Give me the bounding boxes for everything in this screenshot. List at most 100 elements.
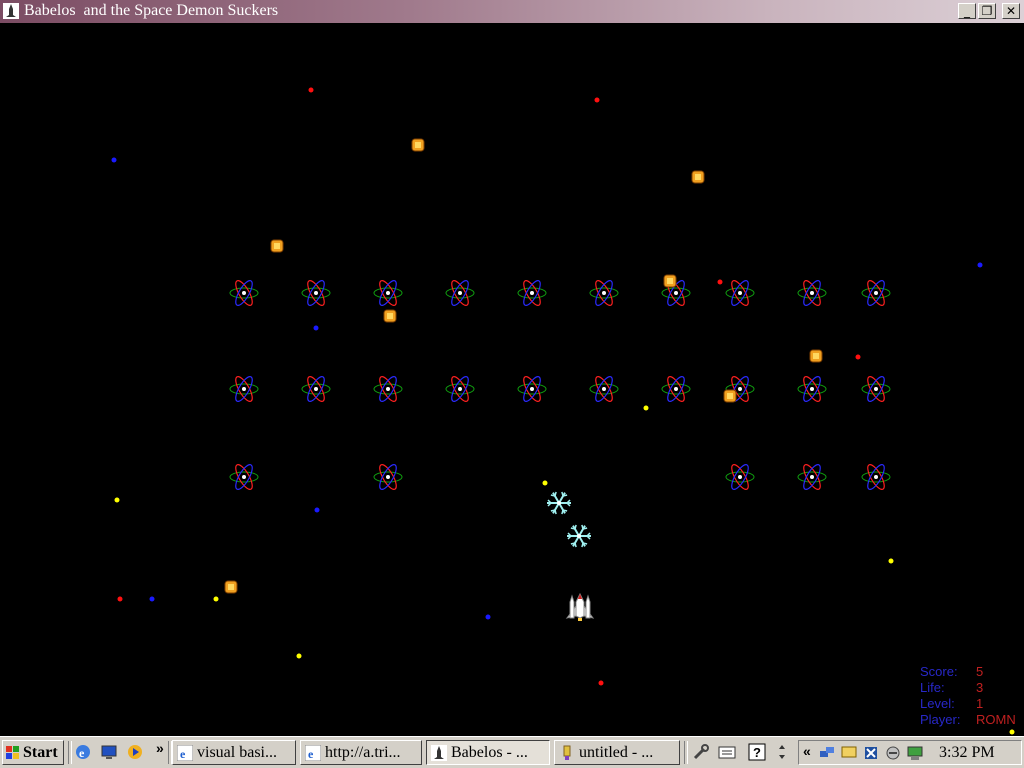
svg-text:e: e	[79, 746, 85, 760]
coin-pickup	[270, 239, 284, 253]
level-label: Level:	[920, 696, 955, 711]
star	[114, 497, 120, 503]
score-value: 5	[976, 664, 984, 679]
star	[314, 507, 320, 513]
enemy-atom	[589, 376, 619, 402]
coin-pickup	[663, 274, 677, 288]
keyboard-icon[interactable]	[718, 743, 736, 761]
star	[977, 262, 983, 268]
star	[485, 614, 491, 620]
quicklaunch-overflow[interactable]: »	[156, 740, 164, 756]
star	[542, 480, 548, 486]
task-label: untitled - ...	[579, 744, 654, 761]
taskbar-separator	[68, 741, 72, 764]
enemy-atom	[301, 376, 331, 402]
enemy-atom	[661, 376, 691, 402]
ie-icon: e	[177, 745, 193, 761]
tray-overflow[interactable]: «	[803, 743, 811, 759]
network-icon[interactable]	[819, 745, 835, 761]
star	[855, 354, 861, 360]
help-icon[interactable]: ?	[748, 743, 766, 761]
taskbar-separator	[684, 741, 688, 764]
ie-icon[interactable]: e	[74, 743, 92, 761]
enemy-atom	[797, 280, 827, 306]
enemy-atom	[797, 464, 827, 490]
svg-text:?: ?	[753, 745, 761, 760]
window-titlebar[interactable]: Babelos and the Space Demon Suckers _ ❐ …	[0, 0, 1024, 24]
star	[149, 596, 155, 602]
start-label: Start	[23, 744, 58, 761]
star	[308, 87, 314, 93]
game-canvas[interactable]: Score: 5 Life: 3 Level: 1 Player: ROMN	[0, 24, 1024, 736]
close-button[interactable]: ✕	[1002, 3, 1020, 19]
start-button[interactable]: Start	[2, 740, 64, 765]
minimize-button[interactable]: _	[958, 3, 976, 19]
enemy-atom	[861, 376, 891, 402]
life-value: 3	[976, 680, 984, 695]
enemy-atom	[517, 376, 547, 402]
snowflake-projectile	[567, 524, 591, 548]
star	[717, 279, 723, 285]
enemy-atom	[861, 280, 891, 306]
media-player-icon[interactable]	[126, 743, 144, 761]
enemy-atom	[229, 376, 259, 402]
clock[interactable]: 3:32 PM	[939, 744, 995, 762]
svg-text:e: e	[180, 747, 186, 761]
enemy-atom	[445, 280, 475, 306]
antivirus-icon[interactable]	[863, 745, 879, 761]
ie-icon: e	[305, 745, 321, 761]
enemy-atom	[861, 464, 891, 490]
shuttle-app-icon	[3, 3, 19, 19]
task-label: visual basi...	[197, 744, 277, 761]
volume-icon[interactable]	[885, 745, 901, 761]
player-value: ROMN	[976, 712, 1016, 727]
score-label: Score:	[920, 664, 958, 679]
svg-text:e: e	[308, 747, 314, 761]
coin-pickup	[411, 138, 425, 152]
task-label: http://a.tri...	[325, 744, 401, 761]
task-paint[interactable]: untitled - ...	[554, 740, 680, 765]
game-icon	[431, 745, 447, 761]
task-visual-basic[interactable]: e visual basi...	[172, 740, 296, 765]
enemy-atom	[725, 280, 755, 306]
task-browser[interactable]: e http://a.tri...	[300, 740, 422, 765]
enemy-atom	[229, 464, 259, 490]
player-label: Player:	[920, 712, 961, 727]
tools-icon[interactable]	[692, 743, 710, 761]
window-title: Babelos and the Space Demon Suckers	[24, 2, 279, 19]
star	[888, 558, 894, 564]
windows-flag-icon	[6, 746, 19, 759]
coin-pickup	[383, 309, 397, 323]
coin-pickup	[809, 349, 823, 363]
star	[213, 596, 219, 602]
star	[296, 653, 302, 659]
player-shuttle	[565, 592, 595, 621]
star	[111, 157, 117, 163]
star	[1009, 729, 1015, 735]
monitor-icon[interactable]	[841, 745, 857, 761]
star	[598, 680, 604, 686]
star	[594, 97, 600, 103]
restore-button[interactable]: ❐	[978, 3, 996, 19]
enemy-atom	[229, 280, 259, 306]
enemy-atom	[301, 280, 331, 306]
task-label: Babelos - ...	[451, 744, 528, 761]
enemy-atom	[373, 376, 403, 402]
computer-icon[interactable]	[907, 745, 923, 761]
star	[313, 325, 319, 331]
enemy-atom	[445, 376, 475, 402]
game-scene	[111, 87, 1015, 735]
coin-pickup	[224, 580, 238, 594]
enemy-atom	[797, 376, 827, 402]
scroll-arrows-icon[interactable]	[776, 743, 788, 761]
task-babelos[interactable]: Babelos - ...	[426, 740, 550, 765]
desktop-icon[interactable]	[100, 743, 118, 761]
enemy-atom	[373, 464, 403, 490]
star	[117, 596, 123, 602]
coin-pickup	[691, 170, 705, 184]
enemy-atom	[725, 464, 755, 490]
taskbar: Start e » e visual basi... e http://a.tr…	[0, 736, 1024, 768]
life-label: Life:	[920, 680, 945, 695]
level-value: 1	[976, 696, 984, 711]
system-tray: « 3:32 PM	[798, 740, 1022, 765]
